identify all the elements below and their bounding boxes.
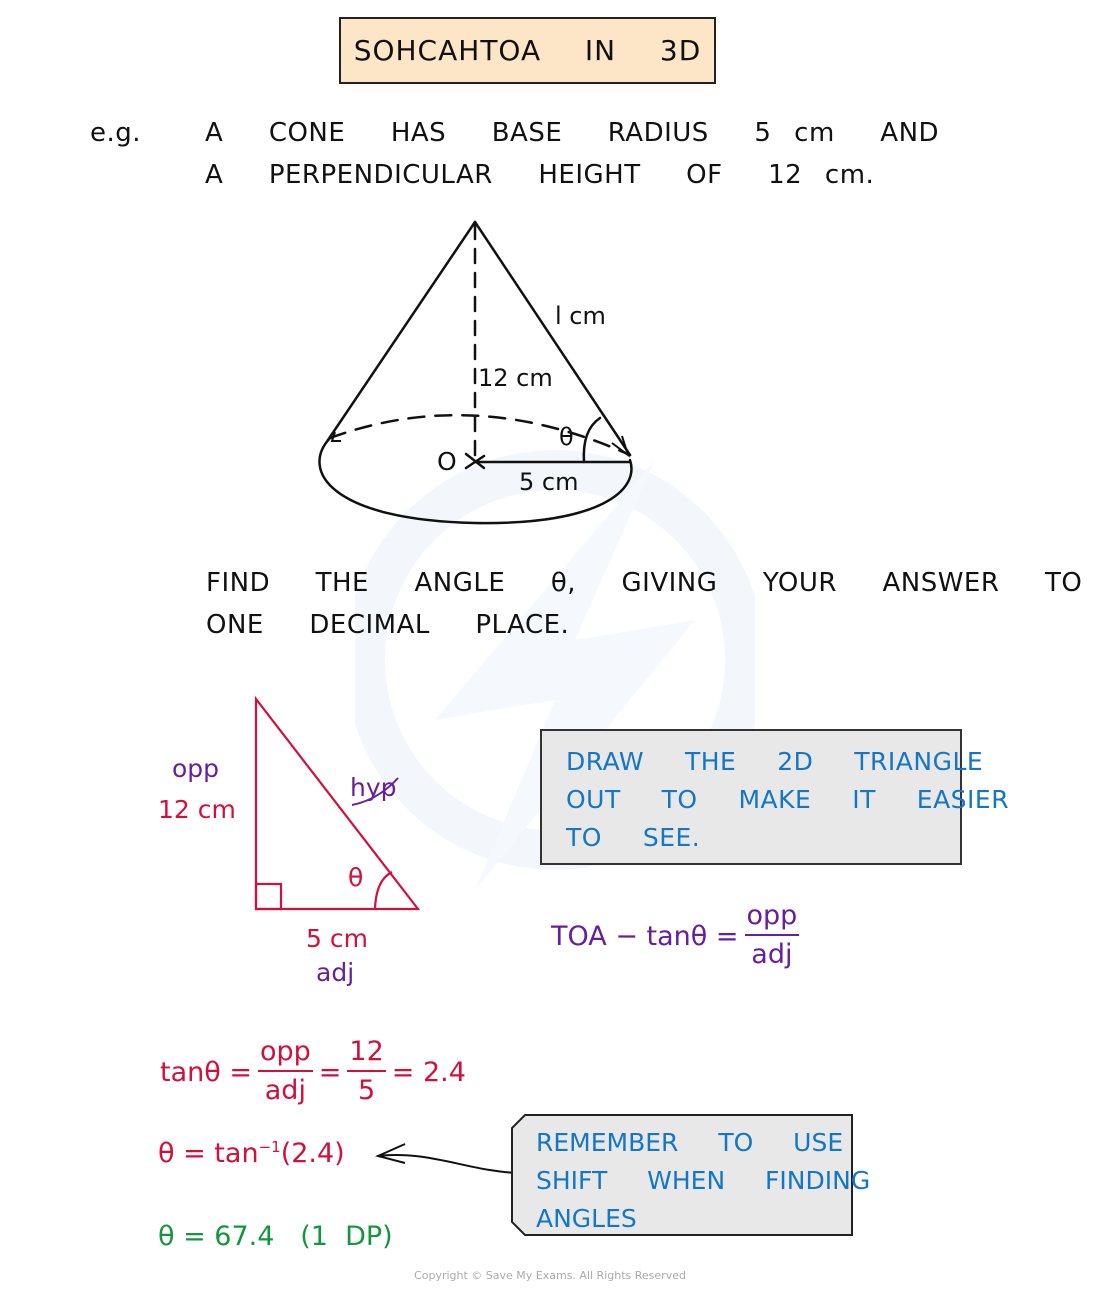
note-shift-line-2: SHIFT WHEN FINDING bbox=[536, 1166, 871, 1195]
copyright-notice: Copyright © Save My Exams. All Rights Re… bbox=[414, 1269, 686, 1282]
note-shift-line-3: ANGLES bbox=[536, 1204, 637, 1233]
note-shift-line-1: REMEMBER TO USE bbox=[536, 1128, 844, 1157]
note-shift: REMEMBER TO USE SHIFT WHEN FINDING ANGLE… bbox=[536, 1124, 870, 1238]
note-shift-tag bbox=[511, 1114, 853, 1236]
